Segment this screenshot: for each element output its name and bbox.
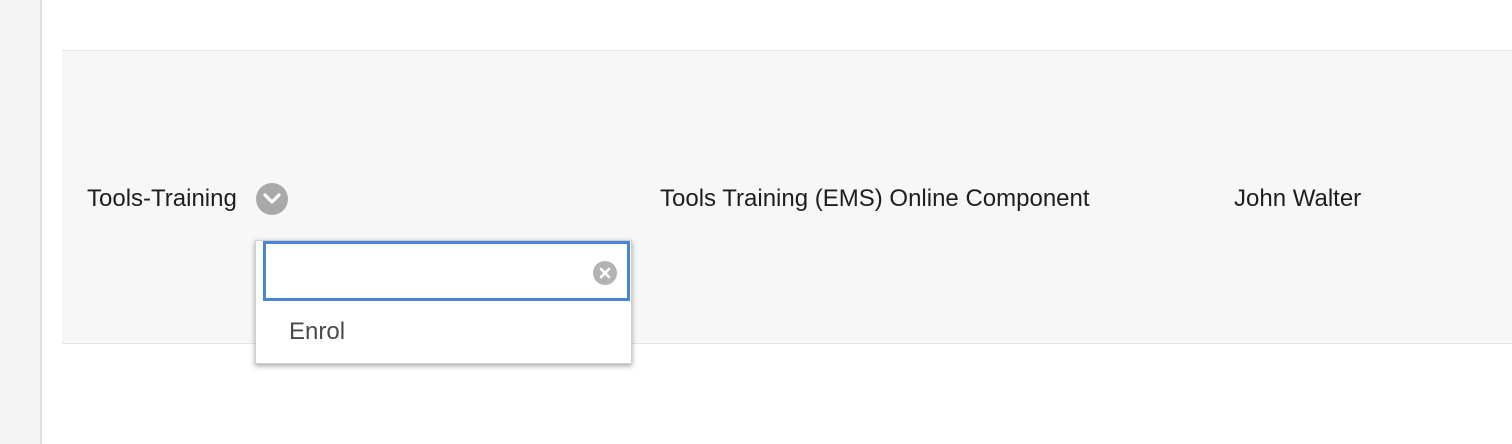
person-cell: John Walter [1234,185,1362,212]
chevron-down-icon [263,193,281,204]
menu-search-box [263,241,630,301]
course-title-cell: Tools Training (EMS) Online Component [660,185,1090,212]
row-action-menu: Enrol [255,240,632,364]
menu-item-enrol[interactable]: Enrol [289,317,345,347]
clear-circle-icon [599,267,611,279]
clear-search-button[interactable] [593,261,617,285]
row-menu-button[interactable] [256,183,288,215]
left-gutter [0,0,42,444]
menu-search-input[interactable] [266,244,586,298]
course-code-cell: Tools-Training [87,185,237,212]
